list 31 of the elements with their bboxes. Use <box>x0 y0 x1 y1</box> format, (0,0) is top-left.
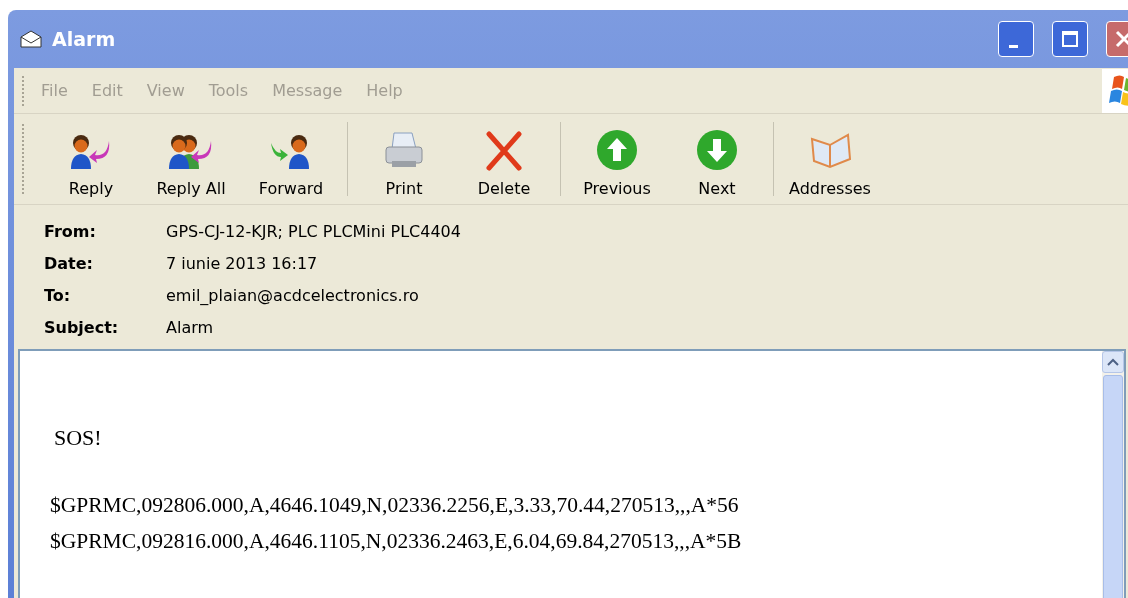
header-label: Date: <box>44 253 94 275</box>
envelope-icon <box>20 30 42 48</box>
scrollbar-thumb[interactable] <box>1103 375 1123 598</box>
message-text: $GPRMC,092816.000,A,4646.1105,N,02336.2463,E,6.04,69.84,270513,,,A*5B <box>50 528 743 555</box>
message-text: SOS! <box>54 425 103 451</box>
header-value: Alarm <box>166 317 215 339</box>
header-value: GPS-CJ-12-KJR; PLC PLCMini PLC4404 <box>166 221 462 243</box>
previous-button[interactable]: Previous <box>567 114 667 204</box>
header-value: 7 iunie 2013 16:17 <box>166 253 319 275</box>
addresses-button[interactable]: Addresses <box>780 114 880 204</box>
window-title: Alarm <box>52 28 116 50</box>
print-button[interactable]: Print <box>354 114 454 204</box>
reply-button[interactable]: Reply <box>41 114 141 204</box>
book-icon <box>808 131 852 171</box>
next-button[interactable]: Next <box>667 114 767 204</box>
close-icon <box>1114 29 1128 49</box>
minimize-button[interactable] <box>998 21 1034 57</box>
caret-up-icon <box>1107 358 1119 366</box>
forward-button[interactable]: Forward <box>241 114 341 204</box>
scroll-up-button[interactable] <box>1102 351 1124 373</box>
delete-button[interactable]: Delete <box>454 114 554 204</box>
delete-icon <box>484 131 524 171</box>
header-label: From: <box>44 221 97 243</box>
header-label: Subject: <box>44 317 120 339</box>
minimize-icon <box>1008 44 1018 48</box>
maximize-button[interactable] <box>1052 21 1088 57</box>
reply-all-button[interactable]: Reply All <box>141 114 241 204</box>
header-value: emil_plaian@acdcelectronics.ro <box>166 285 420 307</box>
message-text: $GPRMC,092806.000,A,4646.1049,N,02336.2256,E,3.33,70.44,270513,,,A*56 <box>50 492 740 519</box>
maximize-icon <box>1061 30 1079 48</box>
header-label: To: <box>44 285 72 307</box>
